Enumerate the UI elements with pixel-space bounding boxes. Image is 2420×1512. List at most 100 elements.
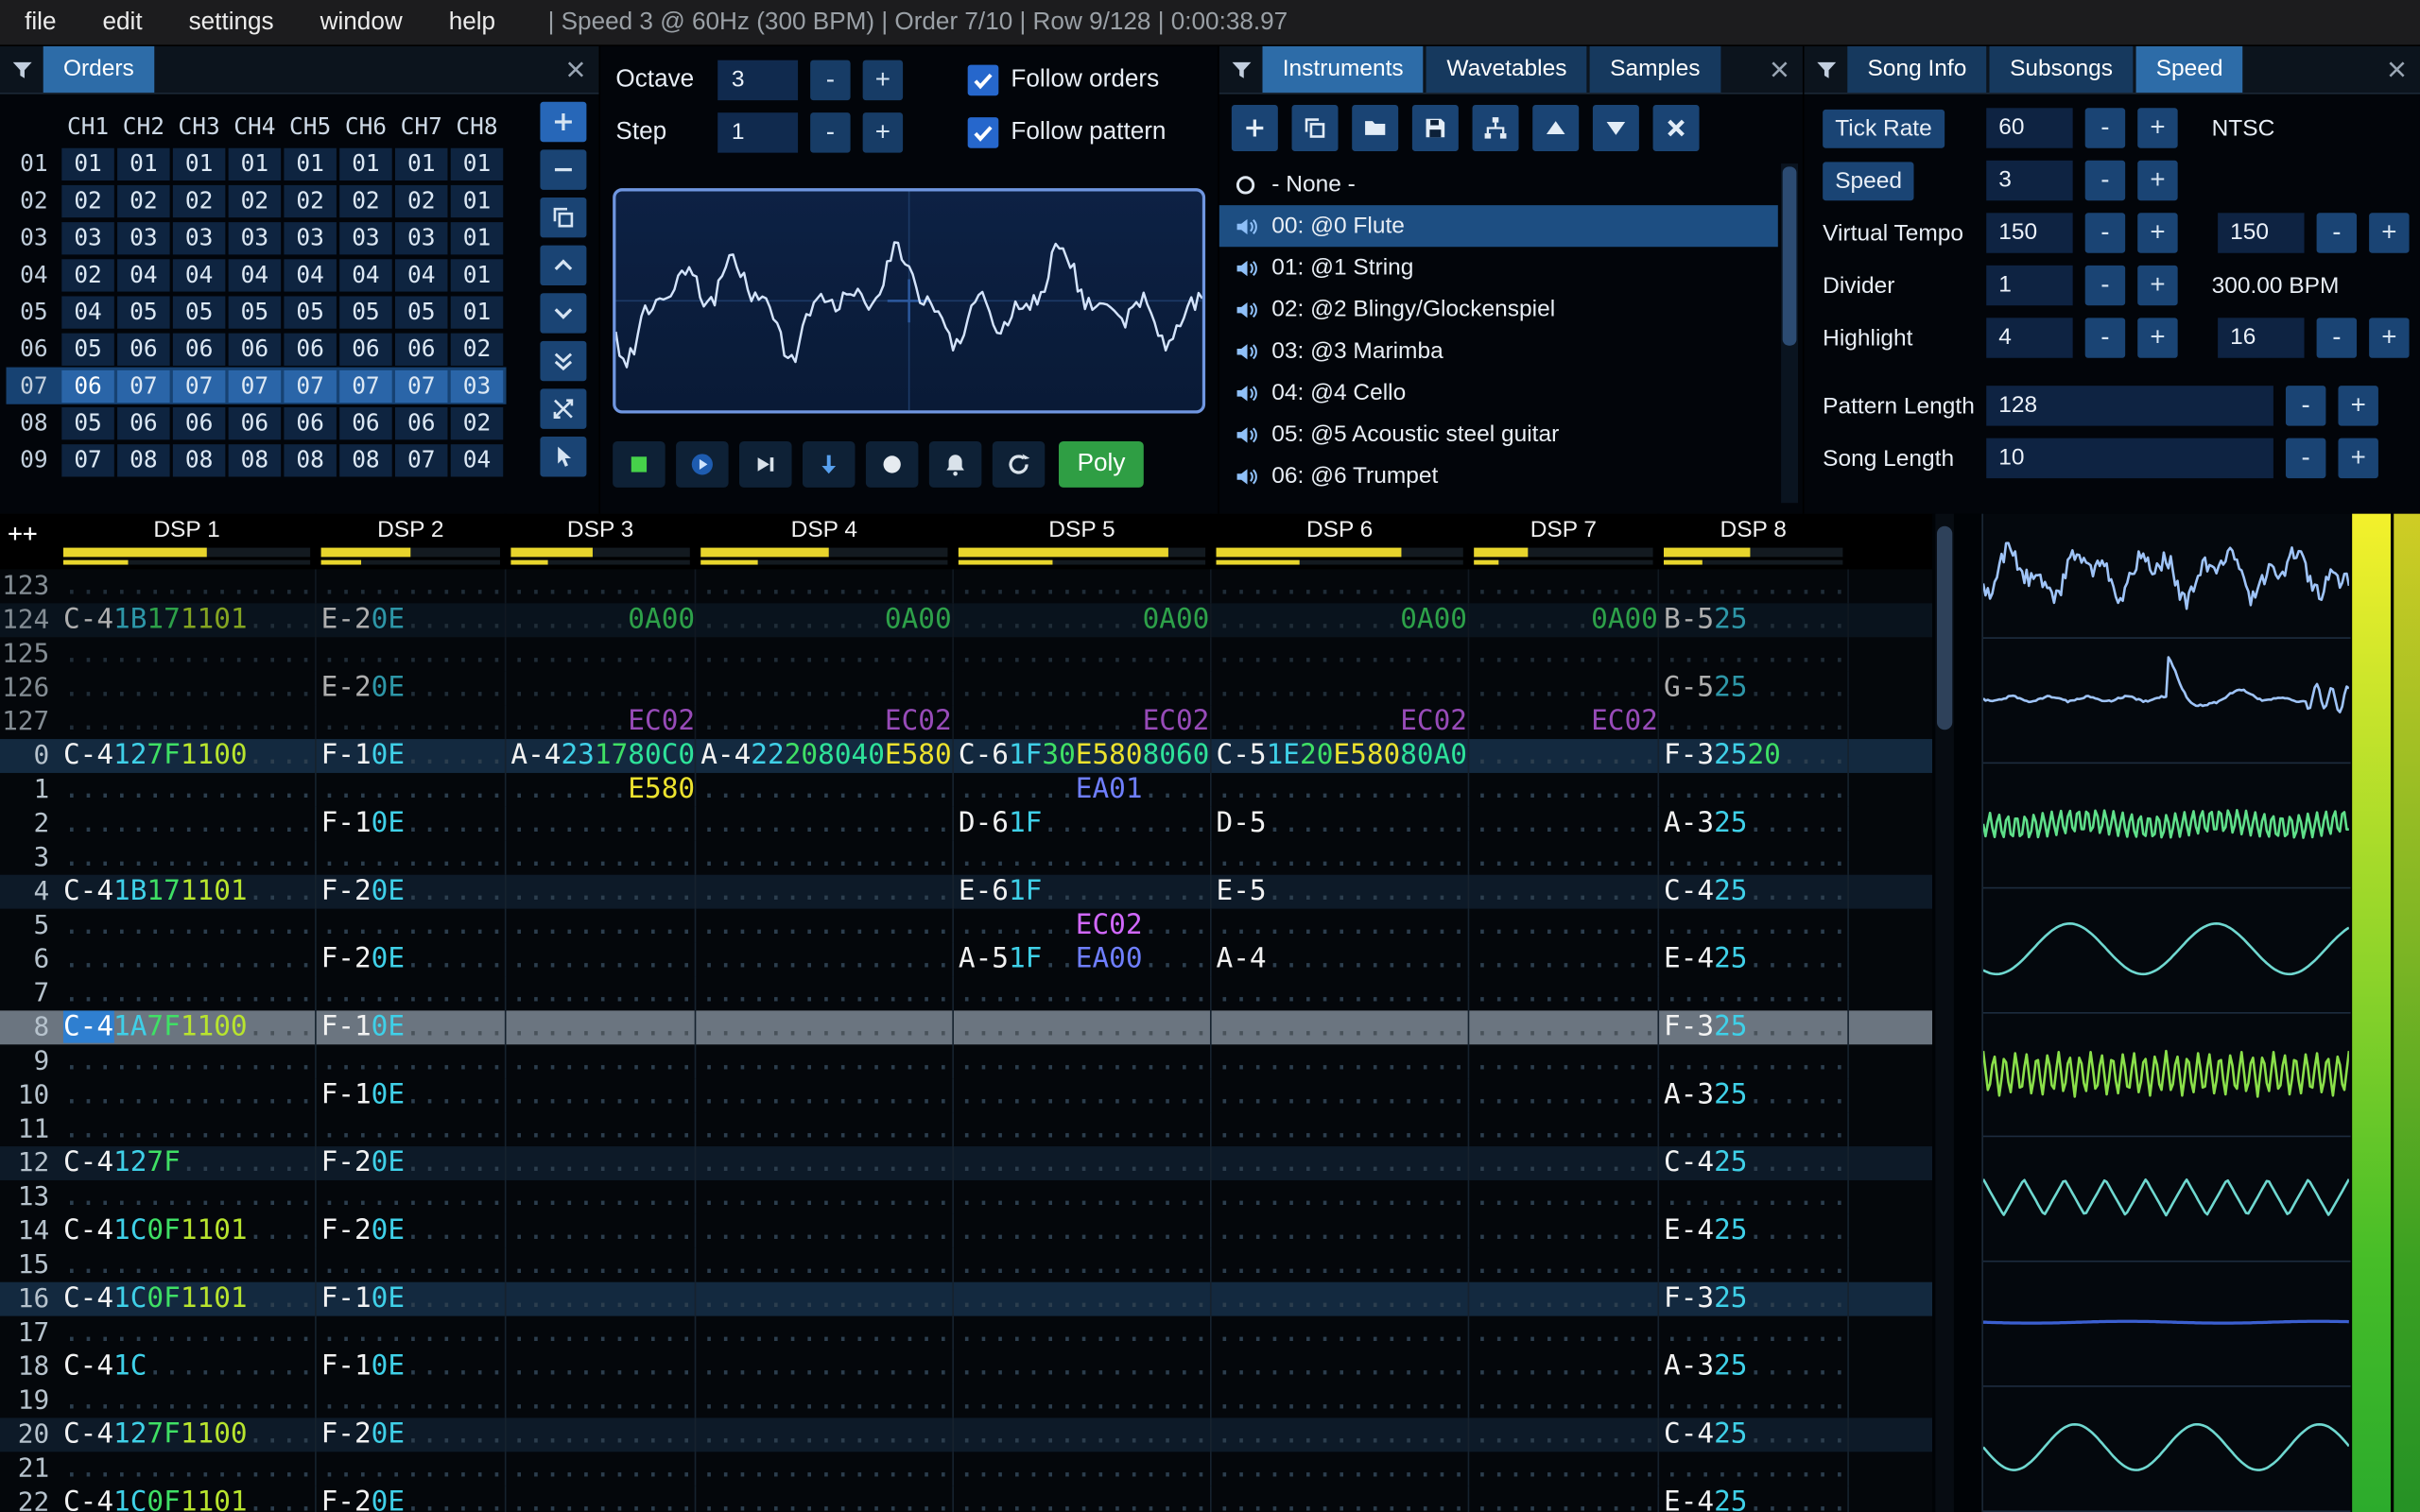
effect-field[interactable]: E580 [1076,739,1143,771]
volume-field[interactable]: .. [595,773,628,805]
channel-header[interactable]: DSP 5 [954,513,1212,570]
pattern-cell[interactable]: ........... [317,1315,507,1350]
effect-field[interactable]: .... [1781,1010,1847,1042]
note-field[interactable]: ... [1474,739,1524,771]
pattern-cell[interactable]: ............... [1212,1281,1470,1316]
instrument-field[interactable]: .. [561,1146,594,1178]
instrument-field[interactable]: .. [1009,1180,1042,1212]
pattern-cell[interactable]: ............... [1212,569,1470,604]
move-order-up-button[interactable] [540,245,587,286]
note-field[interactable]: ... [1217,671,1267,703]
note-field[interactable]: ... [959,1248,1009,1280]
volume-field[interactable]: .. [1558,1350,1591,1383]
effect-field[interactable]: .... [181,1248,248,1280]
effect-field[interactable]: .... [628,1383,694,1416]
instrument-field[interactable]: 25 [1714,1078,1747,1110]
pattern-cell[interactable]: ............... [1212,1349,1470,1384]
channel-header[interactable]: DSP 8 [1659,513,1849,570]
note-field[interactable]: ... [321,1452,372,1484]
instrument-field[interactable]: .. [1714,1452,1747,1484]
note-field[interactable]: C-6 [959,739,1009,771]
note-field[interactable]: ... [1474,1452,1524,1484]
pattern-cell[interactable]: ............... [954,637,1212,672]
volume-field[interactable]: .. [1747,909,1780,941]
pattern-cell[interactable]: D-61F.......... [954,806,1212,841]
pattern-cell[interactable]: ........... [1659,569,1849,604]
effect-field[interactable]: .... [1076,705,1143,737]
pattern-cell[interactable]: ........... [1469,772,1660,807]
instrument-field[interactable]: 25 [1714,1418,1747,1450]
effect-field[interactable]: .... [818,875,885,907]
effect-field[interactable]: .... [1076,1180,1143,1212]
effect-field[interactable]: .... [628,1282,694,1314]
pattern-cell[interactable]: C-425...... [1659,1418,1849,1452]
effect-field[interactable]: .... [1143,943,1210,975]
volume-field[interactable]: 7F [147,1418,180,1450]
effect-field[interactable]: .... [1143,1383,1210,1416]
instrument-field[interactable]: .. [1524,739,1557,771]
volume-field[interactable]: 20 [785,739,818,771]
pattern-cell[interactable]: ........... [507,569,697,604]
note-field[interactable]: C-4 [63,1146,113,1178]
volume-field[interactable]: .. [595,603,628,635]
volume-field[interactable]: .. [1300,1044,1333,1076]
effect-field[interactable]: .... [181,807,248,839]
pattern-cell[interactable]: A-4231780C0 [507,739,697,773]
effect-field[interactable]: .... [438,1180,504,1212]
effect-field[interactable]: .... [1591,637,1657,669]
pattern-cell[interactable]: ........... [507,1078,697,1113]
effect-field[interactable]: .... [1400,841,1467,873]
window-menu-funnel-icon[interactable] [1219,46,1263,93]
instrument-field[interactable]: .. [372,1316,405,1349]
song-tick-rate-increase-button[interactable]: + [2137,108,2178,148]
order-cell[interactable]: 04 [117,258,170,291]
pattern-cell[interactable]: ........... [1659,976,1849,1011]
effect-field[interactable]: .... [248,1418,315,1450]
effect-field[interactable]: .... [1400,1248,1467,1280]
pattern-cell[interactable]: C-425...... [1659,1146,1849,1180]
volume-field[interactable]: .. [595,1146,628,1178]
instrument-field[interactable]: .. [1267,671,1300,703]
volume-field[interactable]: .. [595,1112,628,1144]
instrument-field[interactable]: .. [561,1316,594,1349]
effect-field[interactable]: .... [1400,1316,1467,1349]
effect-field[interactable]: .... [1781,841,1847,873]
instrument-field[interactable]: .. [561,1418,594,1450]
effect-field[interactable]: .... [1333,875,1400,907]
volume-field[interactable]: .. [785,1010,818,1042]
order-cell[interactable]: 07 [61,443,114,476]
note-field[interactable]: ... [510,1214,561,1246]
effect-field[interactable]: .... [885,671,952,703]
note-field[interactable]: ... [959,841,1009,873]
order-cell[interactable]: 04 [339,258,392,291]
note-field[interactable]: ... [321,705,372,737]
instrument-field[interactable]: 0E [372,875,405,907]
volume-field[interactable]: .. [1747,1486,1780,1512]
note-field[interactable]: ... [700,976,751,1008]
instrument-field[interactable]: .. [1714,773,1747,805]
note-field[interactable]: ... [1217,1248,1267,1280]
effect-field[interactable]: .... [248,1282,315,1314]
volume-field[interactable]: .. [1558,909,1591,941]
effect-field[interactable]: .... [1781,1350,1847,1383]
effect-field[interactable]: .... [438,773,504,805]
pattern-cell[interactable]: ............... [954,1112,1212,1147]
effect-field[interactable]: EC02 [1591,705,1657,737]
pattern-cell[interactable]: ............... [954,1281,1212,1316]
instrument-field[interactable]: .. [372,637,405,669]
instrument-field[interactable]: .. [751,909,784,941]
pattern-cell[interactable]: ............... [59,1383,317,1418]
instrument-field[interactable]: .. [751,1146,784,1178]
poly-button[interactable]: Poly [1058,440,1144,488]
effect-field[interactable]: .... [1400,1452,1467,1484]
pattern-cell[interactable]: ............... [954,1418,1212,1452]
pattern-cell[interactable]: ............... [1212,1452,1470,1486]
pattern-cell[interactable]: ........... [507,1010,697,1045]
instrument-field[interactable]: .. [1524,1146,1557,1178]
note-field[interactable]: ... [63,705,113,737]
pattern-cell[interactable]: .......0A00 [507,603,697,638]
note-field[interactable]: ... [1664,1112,1714,1144]
volume-field[interactable]: .. [1558,875,1591,907]
pattern-cell[interactable]: G-525...... [1659,671,1849,706]
note-field[interactable]: ... [510,705,561,737]
